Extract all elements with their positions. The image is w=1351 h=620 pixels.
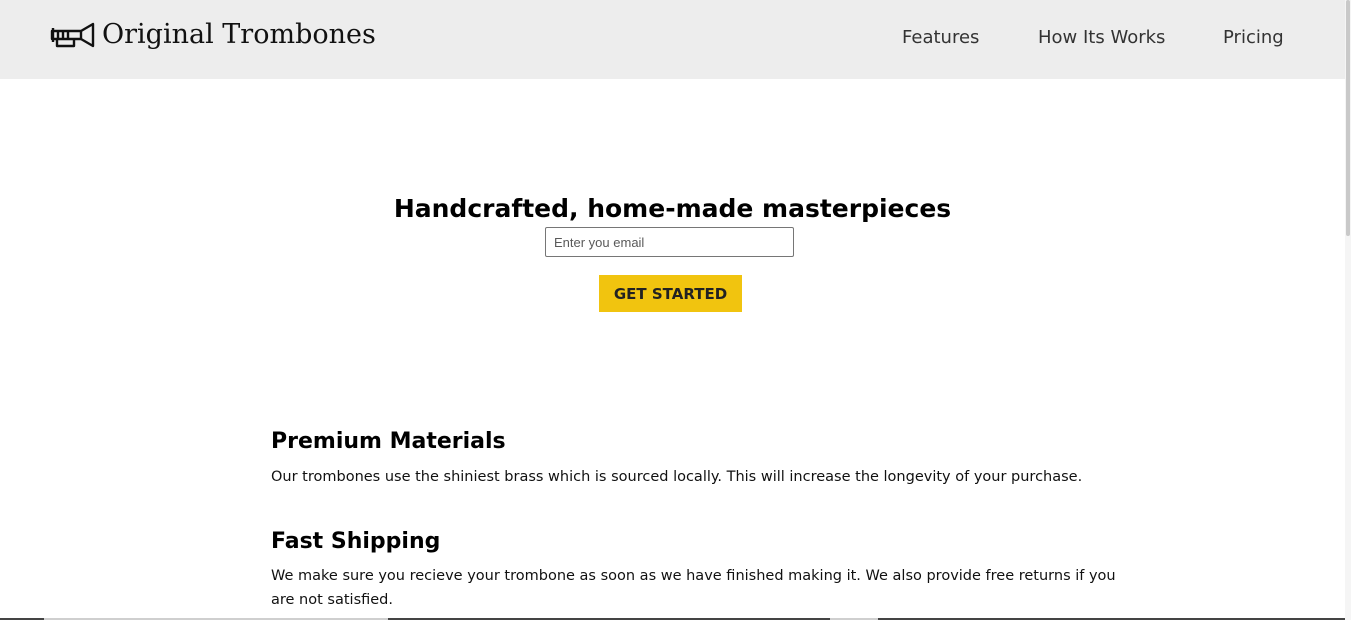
- hero-title: Handcrafted, home-made masterpieces: [393, 193, 952, 223]
- scrollbar-thumb[interactable]: [1346, 0, 1350, 236]
- nav-link-how-it-works[interactable]: How Its Works: [1038, 24, 1165, 52]
- site-header: Original Trombones Features How Its Work…: [0, 0, 1345, 79]
- brand-name: Original Trombones: [102, 19, 376, 50]
- page: Original Trombones Features How Its Work…: [0, 0, 1351, 620]
- nav-link-pricing[interactable]: Pricing: [1223, 24, 1284, 52]
- vertical-scrollbar[interactable]: [1345, 0, 1351, 620]
- feature-title-fast-shipping: Fast Shipping: [271, 529, 441, 555]
- trumpet-icon: [50, 22, 95, 48]
- get-started-button[interactable]: GET STARTED: [599, 275, 742, 312]
- nav-link-features[interactable]: Features: [902, 24, 979, 52]
- email-input[interactable]: [545, 227, 794, 257]
- feature-text-fast-shipping: We make sure you recieve your trombone a…: [271, 567, 1116, 608]
- feature-title-premium-materials: Premium Materials: [271, 429, 506, 455]
- brand-logo[interactable]: Original Trombones: [50, 18, 376, 52]
- feature-text-premium-materials: Our trombones use the shiniest brass whi…: [271, 468, 1083, 485]
